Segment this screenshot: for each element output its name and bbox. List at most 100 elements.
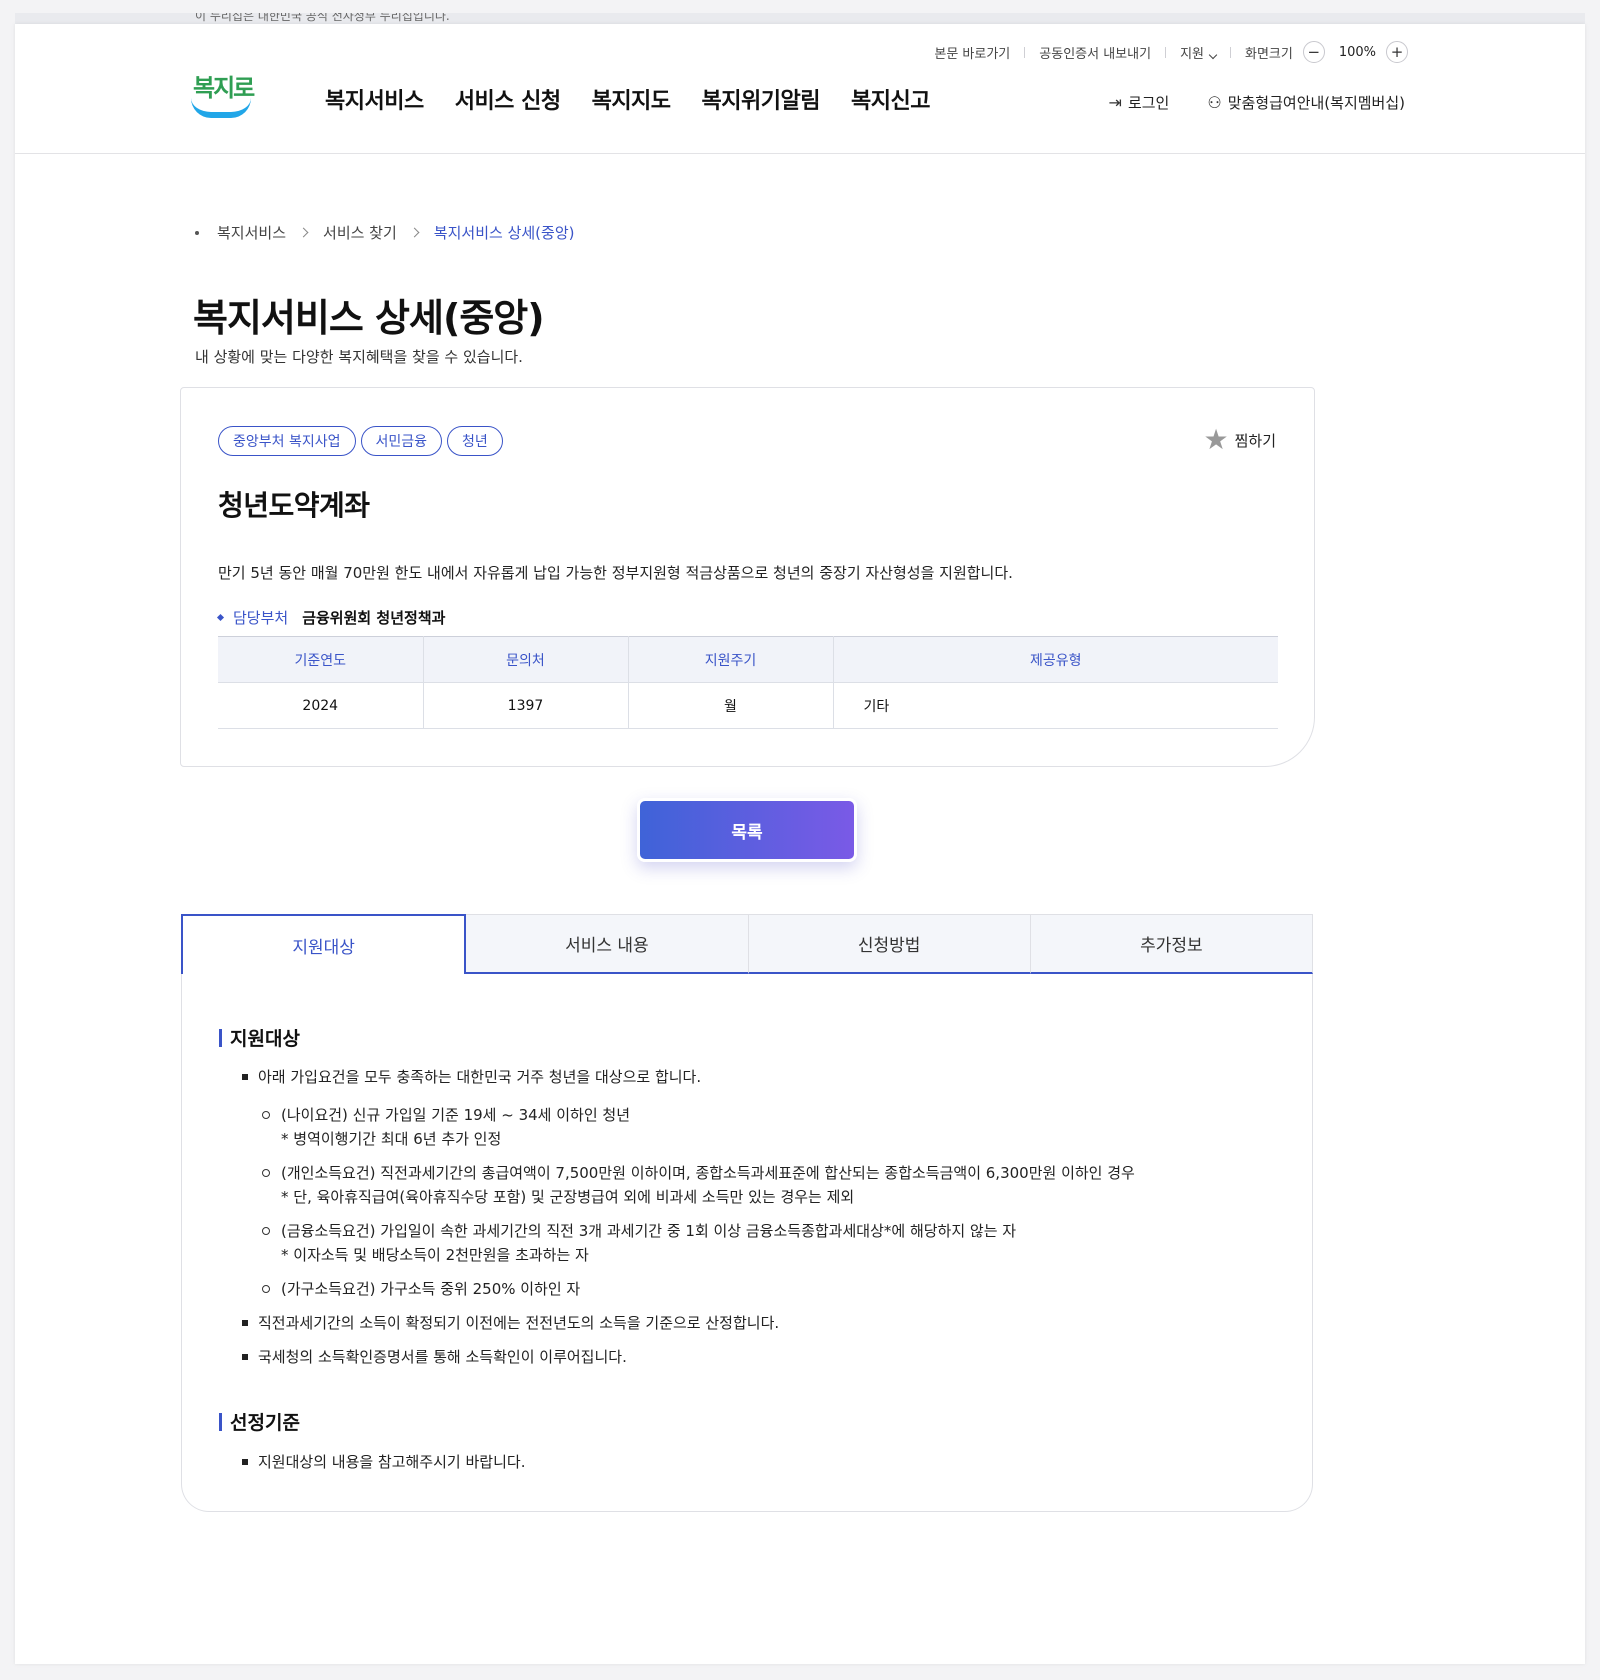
site-logo[interactable]: 복지로: [191, 68, 257, 124]
zoom-out-button[interactable]: −: [1302, 41, 1325, 63]
list-item: 국세청의 소득확인증명서를 통해 소득확인이 이루어집니다.: [258, 1348, 627, 1366]
section-heading: 지원대상: [219, 1024, 300, 1051]
chevron-right-icon: [409, 227, 420, 238]
list-item: 아래 가입요건을 모두 충족하는 대한민국 거주 청년을 대상으로 합니다.: [258, 1068, 702, 1086]
circle-bullet-icon: [262, 1285, 270, 1293]
page-title: 복지서비스 상세(중앙): [193, 296, 545, 340]
table-header: 제공유형: [833, 636, 1278, 683]
nav-welfare-map[interactable]: 복지지도: [592, 83, 671, 115]
list-button[interactable]: 목록: [637, 798, 857, 862]
favorite-label: 찜하기: [1234, 431, 1276, 450]
login-label: 로그인: [1127, 94, 1170, 112]
zoom-level: 100%: [1338, 44, 1376, 60]
screen-size-label: 화면크기: [1244, 46, 1293, 62]
membership-link[interactable]: ⚇ 맞춤형급여안내(복지멤버십): [1207, 92, 1405, 113]
tab-panel: 지원대상 아래 가입요건을 모두 충족하는 대한민국 거주 청년을 대상으로 합…: [181, 974, 1313, 1512]
diamond-bullet-icon: [216, 613, 225, 622]
list-item: 직전과세기간의 소득이 확정되기 이전에는 전전년도의 소득을 기준으로 산정합…: [258, 1314, 780, 1332]
nav-welfare-service[interactable]: 복지서비스: [325, 83, 424, 115]
tab-additional-info[interactable]: 추가정보: [1030, 914, 1313, 974]
gov-banner-text: 이 누리집은 대한민국 공식 전자정부 누리집입니다.: [195, 13, 450, 23]
language-dropdown[interactable]: 지원: [1180, 43, 1218, 62]
plus-icon: +: [1390, 42, 1404, 61]
list-item-note: * 병역이행기간 최대 6년 추가 인정: [281, 1130, 502, 1148]
list-item-note: * 단, 육아휴직급여(육아휴직수당 포함) 및 군장병급여 외에 비과세 소득…: [281, 1188, 855, 1206]
home-dot-icon: [195, 230, 199, 235]
tag-list: 중앙부처 복지사업 서민금융 청년: [218, 426, 508, 456]
site-header: 본문 바로가기 공동인증서 내보내기 지원 화면크기 − 100% + 복지로 …: [15, 24, 1585, 154]
page-subtitle: 내 상황에 맞는 다양한 복지혜택을 찾을 수 있습니다.: [195, 348, 523, 366]
table-cell: 2024: [218, 682, 424, 729]
header-actions: ⇥ 로그인 ⚇ 맞춤형급여안내(복지멤버십): [1071, 92, 1405, 113]
page: 본문 바로가기 공동인증서 내보내기 지원 화면크기 − 100% + 복지로 …: [15, 24, 1585, 1664]
table-row: 2024 1397 월 기타: [218, 682, 1278, 729]
tab-service-content[interactable]: 서비스 내용: [466, 914, 749, 974]
tag[interactable]: 청년: [447, 426, 503, 456]
detail-tabs: 지원대상 서비스 내용 신청방법 추가정보: [181, 914, 1313, 974]
list-item: 지원대상의 내용을 참고해주시기 바랍니다.: [258, 1453, 526, 1471]
gov-banner-strip: 이 누리집은 대한민국 공식 전자정부 누리집입니다.: [15, 13, 1585, 24]
table-cell: 1397: [423, 682, 629, 729]
user-plus-icon: ⚇: [1207, 93, 1222, 112]
star-icon: ★: [1203, 423, 1229, 456]
divider: [1229, 46, 1231, 58]
section-bar: [219, 1028, 222, 1047]
breadcrumb: 복지서비스 서비스 찾기 복지서비스 상세(중앙): [195, 222, 574, 243]
table-cell: 월: [628, 682, 834, 729]
tag[interactable]: 중앙부처 복지사업: [218, 426, 356, 456]
list-item: (가구소득요건) 가구소득 중위 250% 이하인 자: [281, 1280, 581, 1298]
list-item: (금융소득요건) 가입일이 속한 과세기간의 직전 3개 과세기간 중 1회 이…: [281, 1222, 1017, 1240]
chevron-down-icon: [1208, 50, 1218, 59]
login-link[interactable]: ⇥ 로그인: [1109, 92, 1170, 113]
tab-apply-method[interactable]: 신청방법: [748, 914, 1031, 974]
table-header: 기준연도: [218, 636, 424, 683]
department-value: 금융위원회 청년정책과: [302, 609, 446, 627]
service-description: 만기 5년 동안 매월 70만원 한도 내에서 자유롭게 납입 가능한 정부지원…: [218, 564, 1013, 582]
square-bullet-icon: [242, 1074, 248, 1080]
square-bullet-icon: [242, 1320, 248, 1326]
zoom-in-button[interactable]: +: [1386, 41, 1408, 63]
tab-eligibility[interactable]: 지원대상: [181, 914, 467, 974]
divider: [1165, 46, 1167, 58]
nav-welfare-report[interactable]: 복지신고: [851, 83, 930, 115]
breadcrumb-item[interactable]: 복지서비스: [217, 222, 286, 243]
table-header: 문의처: [423, 636, 629, 683]
table-header-row: 기준연도 문의처 지원주기 제공유형: [218, 636, 1278, 683]
cert-export-link[interactable]: 공동인증서 내보내기: [1039, 43, 1151, 62]
login-icon: ⇥: [1108, 93, 1122, 112]
section-title: 지원대상: [230, 1028, 300, 1050]
list-item-note: * 이자소득 및 배당소득이 2천만원을 초과하는 자: [281, 1246, 589, 1264]
tag[interactable]: 서민금융: [360, 426, 443, 456]
nav-crisis-alert[interactable]: 복지위기알림: [702, 83, 821, 115]
service-info-table: 기준연도 문의처 지원주기 제공유형 2024 1397 월 기타: [218, 636, 1278, 729]
logo-smile-icon: [191, 98, 251, 118]
main-nav: 복지서비스 서비스 신청 복지지도 복지위기알림 복지신고: [325, 83, 961, 115]
minus-icon: −: [1307, 42, 1321, 61]
circle-bullet-icon: [262, 1169, 270, 1177]
breadcrumb-current: 복지서비스 상세(중앙): [433, 224, 575, 242]
skip-to-content-link[interactable]: 본문 바로가기: [934, 43, 1010, 62]
section-title: 선정기준: [230, 1412, 300, 1434]
department-row: 담당부처 금융위원회 청년정책과: [216, 607, 446, 628]
service-title: 청년도약계좌: [218, 489, 370, 522]
breadcrumb-item[interactable]: 서비스 찾기: [323, 222, 397, 243]
circle-bullet-icon: [262, 1111, 270, 1119]
section-heading: 선정기준: [219, 1408, 300, 1435]
favorite-button[interactable]: ★ 찜하기: [1203, 426, 1276, 454]
square-bullet-icon: [242, 1459, 248, 1465]
service-summary-card: 중앙부처 복지사업 서민금융 청년 ★ 찜하기 청년도약계좌 만기 5년 동안 …: [180, 387, 1315, 767]
chevron-right-icon: [298, 227, 309, 238]
table-header: 지원주기: [628, 636, 834, 683]
divider: [1024, 46, 1026, 58]
utility-bar: 본문 바로가기 공동인증서 내보내기 지원 화면크기 − 100% +: [934, 41, 1408, 63]
section-bar: [219, 1412, 222, 1431]
nav-service-apply[interactable]: 서비스 신청: [455, 83, 561, 115]
language-label: 지원: [1180, 46, 1204, 62]
list-item: (나이요건) 신규 가입일 기준 19세 ~ 34세 이하인 청년: [281, 1106, 630, 1124]
square-bullet-icon: [242, 1354, 248, 1360]
table-cell: 기타: [833, 682, 1278, 729]
list-item: (개인소득요건) 직전과세기간의 총급여액이 7,500만원 이하이며, 종합소…: [281, 1164, 1135, 1182]
circle-bullet-icon: [262, 1227, 270, 1235]
department-label: 담당부처: [233, 609, 289, 627]
membership-label: 맞춤형급여안내(복지멤버십): [1227, 94, 1405, 112]
